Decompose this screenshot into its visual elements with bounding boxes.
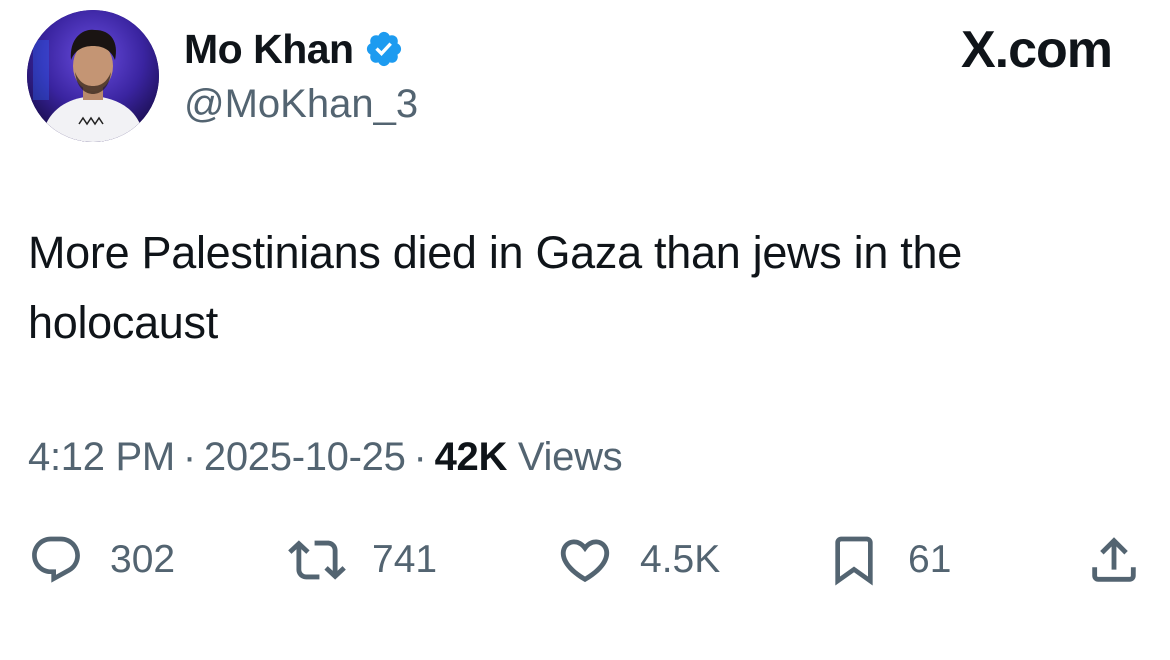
views-label: Views (517, 435, 623, 479)
like-button[interactable]: 4.5K (556, 525, 720, 595)
author-name-row: Mo Khan (184, 24, 404, 74)
bookmark-button[interactable]: 61 (826, 525, 951, 595)
bookmark-count: 61 (908, 538, 952, 581)
retweet-icon (288, 540, 346, 580)
retweet-count: 741 (372, 538, 438, 581)
bookmark-icon (835, 536, 873, 586)
retweet-button[interactable]: 741 (288, 525, 437, 595)
verified-badge-icon (366, 31, 401, 67)
avatar-image (27, 10, 159, 142)
meta-separator: · (413, 435, 427, 479)
share-button[interactable] (1085, 525, 1143, 595)
reply-icon (32, 536, 80, 583)
tweet-date[interactable]: 2025-10-25 (204, 435, 406, 479)
author-handle[interactable]: @MoKhan_3 (184, 80, 418, 128)
views-count: 42K (434, 435, 508, 479)
like-count: 4.5K (640, 538, 721, 581)
action-bar: 302 741 4.5K 61 (0, 525, 1170, 595)
reply-count: 302 (110, 538, 176, 581)
tweet-card: Mo Khan @MoKhan_3 X.com More Palestinian… (0, 0, 1170, 660)
tweet-meta: 4:12 PM · 2025-10-25 · 42K Views (28, 432, 623, 482)
reply-button[interactable]: 302 (28, 525, 175, 595)
tweet-text: More Palestinians died in Gaza than jews… (28, 227, 962, 348)
brand-watermark: X.com (960, 21, 1113, 79)
avatar[interactable] (27, 10, 159, 142)
display-name[interactable]: Mo Khan (184, 24, 354, 74)
share-icon (1092, 537, 1136, 582)
tweet-time[interactable]: 4:12 PM (28, 435, 175, 479)
heart-icon (560, 539, 610, 583)
meta-separator: · (182, 435, 196, 479)
